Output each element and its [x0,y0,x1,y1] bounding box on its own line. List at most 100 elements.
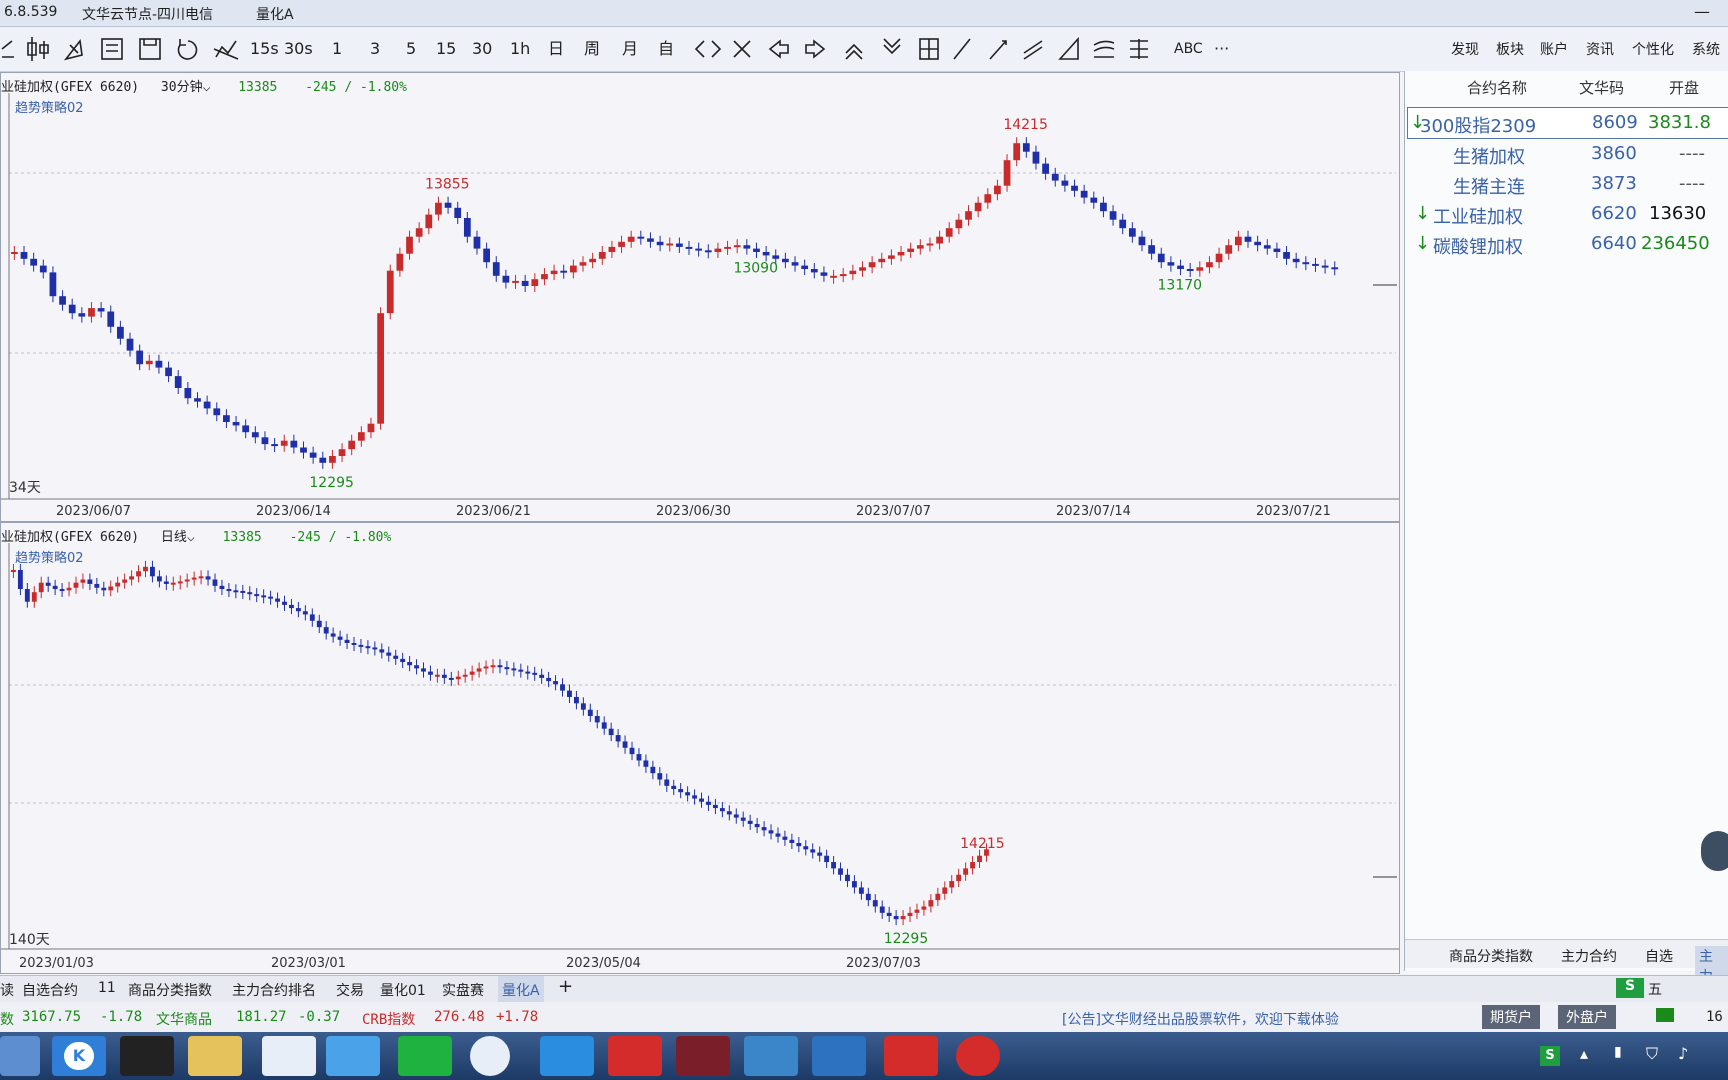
tray-up-arrow-icon[interactable]: ▴ [1580,1044,1588,1063]
tab-favorites[interactable]: 自选 [1645,946,1673,966]
candlestick-chart[interactable]: 13855 14215 12295 13090 13170 2023/06/07 2023… [1,73,1399,521]
candle [550,264,558,281]
candle [977,849,982,869]
file-explorer-icon[interactable] [188,1036,242,1076]
col-open[interactable]: 开盘 [1669,77,1699,98]
period-15m-button[interactable]: 15 [436,37,456,61]
candle [462,668,468,683]
candle [251,426,259,444]
candle [851,875,857,894]
wenhua-icon[interactable] [676,1036,730,1076]
candle [916,239,924,255]
chart-tools-icons[interactable] [690,27,1170,71]
video-player-icon[interactable] [326,1036,380,1076]
sogou-ime-icon[interactable]: S [1616,978,1644,998]
ie-icon[interactable] [540,1036,594,1076]
more-tools-button[interactable]: ··· [1214,37,1229,61]
col-contract-name[interactable]: 合约名称 [1467,77,1527,98]
candle [1302,256,1310,271]
period-custom-button[interactable]: 自 [658,37,674,61]
candle [372,641,378,656]
menu-sector[interactable]: 板块 [1496,39,1524,59]
period-3m-button[interactable]: 3 [370,37,380,61]
app-k-icon[interactable]: K [52,1036,106,1076]
tray-volume-icon[interactable]: ♪ [1678,1044,1688,1063]
watchlist-row[interactable]: ↓ 工业硅加权 6620 13630 [1407,199,1728,229]
floating-widget[interactable] [1701,831,1728,871]
x-tick-label: 2023/06/07 [56,504,131,519]
qq-icon[interactable] [120,1036,174,1076]
price-annotation: 14215 [1003,117,1048,133]
candle [1234,230,1242,252]
tab-live-contest[interactable]: 实盘赛 [442,980,484,1000]
app-k-label: K [64,1042,94,1070]
tab-commodity-index[interactable]: 商品分类指数 [1449,946,1533,966]
watchlist-row[interactable]: ↓ 300股指2309 8609 3831.8 [1407,107,1728,139]
wps-icon[interactable] [608,1036,662,1076]
period-30s-button[interactable]: 30s [284,37,313,61]
tab-commodity-index[interactable]: 商品分类指数 [128,980,212,1000]
period-week-button[interactable]: 周 [584,37,600,61]
start-button-icon[interactable] [0,1036,40,1076]
record-app-icon[interactable] [956,1036,1000,1076]
candle [945,222,953,243]
tab-11[interactable]: 11 [98,980,116,996]
foreign-account-button[interactable]: 外盘户 [1558,1005,1616,1029]
minimize-icon[interactable]: — [1694,2,1710,21]
watchlist-row[interactable]: 生猪主连 3873 ---- [1407,169,1728,199]
period-day-button[interactable]: 日 [548,37,564,61]
tab-trade[interactable]: 交易 [336,980,364,1000]
candle [926,237,934,252]
add-tab-button[interactable]: + [558,976,573,997]
tab-quant01[interactable]: 量化01 [380,980,426,1000]
tray-shield-icon[interactable]: ⛉ [1646,1044,1658,1064]
period-1h-button[interactable]: 1h [510,37,530,61]
chrome-icon[interactable] [470,1036,510,1076]
watchlist-row[interactable]: ↓ 碳酸锂加权 6640 236450 [1407,229,1728,259]
tray-sogou-icon[interactable]: S [1540,1046,1560,1066]
baidu-netdisk-icon[interactable] [262,1036,316,1076]
candle [803,840,809,856]
tab-0[interactable]: 读 [0,980,14,1000]
iqiyi-icon[interactable] [398,1036,452,1076]
futures-account-button[interactable]: 期货户 [1482,1005,1540,1029]
menu-news[interactable]: 资讯 [1586,39,1614,59]
period-month-button[interactable]: 月 [622,37,638,61]
office-w-icon[interactable] [884,1036,938,1076]
menu-personalize[interactable]: 个性化 [1632,39,1674,59]
pinwheel-app-icon[interactable] [744,1036,798,1076]
candlestick-chart[interactable]: 14215 12295 2023/01/03 2023/03/01 2023/05/0… [1,523,1399,973]
period-15s-button[interactable]: 15s [250,37,279,61]
candle [261,431,269,451]
menu-system[interactable]: 系统 [1692,39,1720,59]
tab-contract-ranking[interactable]: 主力合约排名 [232,980,316,1000]
col-code[interactable]: 文华码 [1579,77,1624,98]
chart-panel-daily[interactable]: 业硅加权(GFEX 6620) 日线⌵ 13385 -245 / -1.80% … [0,522,1400,974]
chart-panel-30min[interactable]: 业硅加权(GFEX 6620) 30分钟⌵ 13385 -245 / -1.80… [0,72,1400,522]
candle [935,887,941,907]
period-5m-button[interactable]: 5 [406,37,416,61]
down-arrow-icon: ↓ [1415,233,1431,254]
candle [463,212,471,243]
tab-main-contracts[interactable]: 主力合约 [1561,946,1617,966]
candle [965,205,972,226]
menu-account[interactable]: 账户 [1540,39,1568,59]
candle [724,240,731,255]
drawing-tools-icons[interactable] [0,27,250,71]
period-1m-button[interactable]: 1 [332,37,342,61]
candle [205,570,211,586]
tray-network-icon[interactable]: ▮ [1614,1044,1622,1060]
layers-app-icon[interactable] [812,1036,866,1076]
candle [1061,174,1069,192]
candle [31,586,37,608]
watchlist-row[interactable]: 生猪加权 3860 ---- [1407,139,1728,169]
candle [156,570,162,588]
ime-mode[interactable]: 五 [1648,979,1662,999]
menu-discover[interactable]: 发现 [1451,39,1479,59]
tab-favorites[interactable]: 自选合约 [22,980,78,1000]
candle [858,881,864,900]
period-30m-button[interactable]: 30 [472,37,492,61]
tab-quant-a[interactable]: 量化A [498,976,544,1002]
text-tool-button[interactable]: ABC [1174,37,1203,61]
notice-text[interactable]: [公告]文华财经出品股票软件，欢迎下载体验 [1062,1009,1339,1029]
